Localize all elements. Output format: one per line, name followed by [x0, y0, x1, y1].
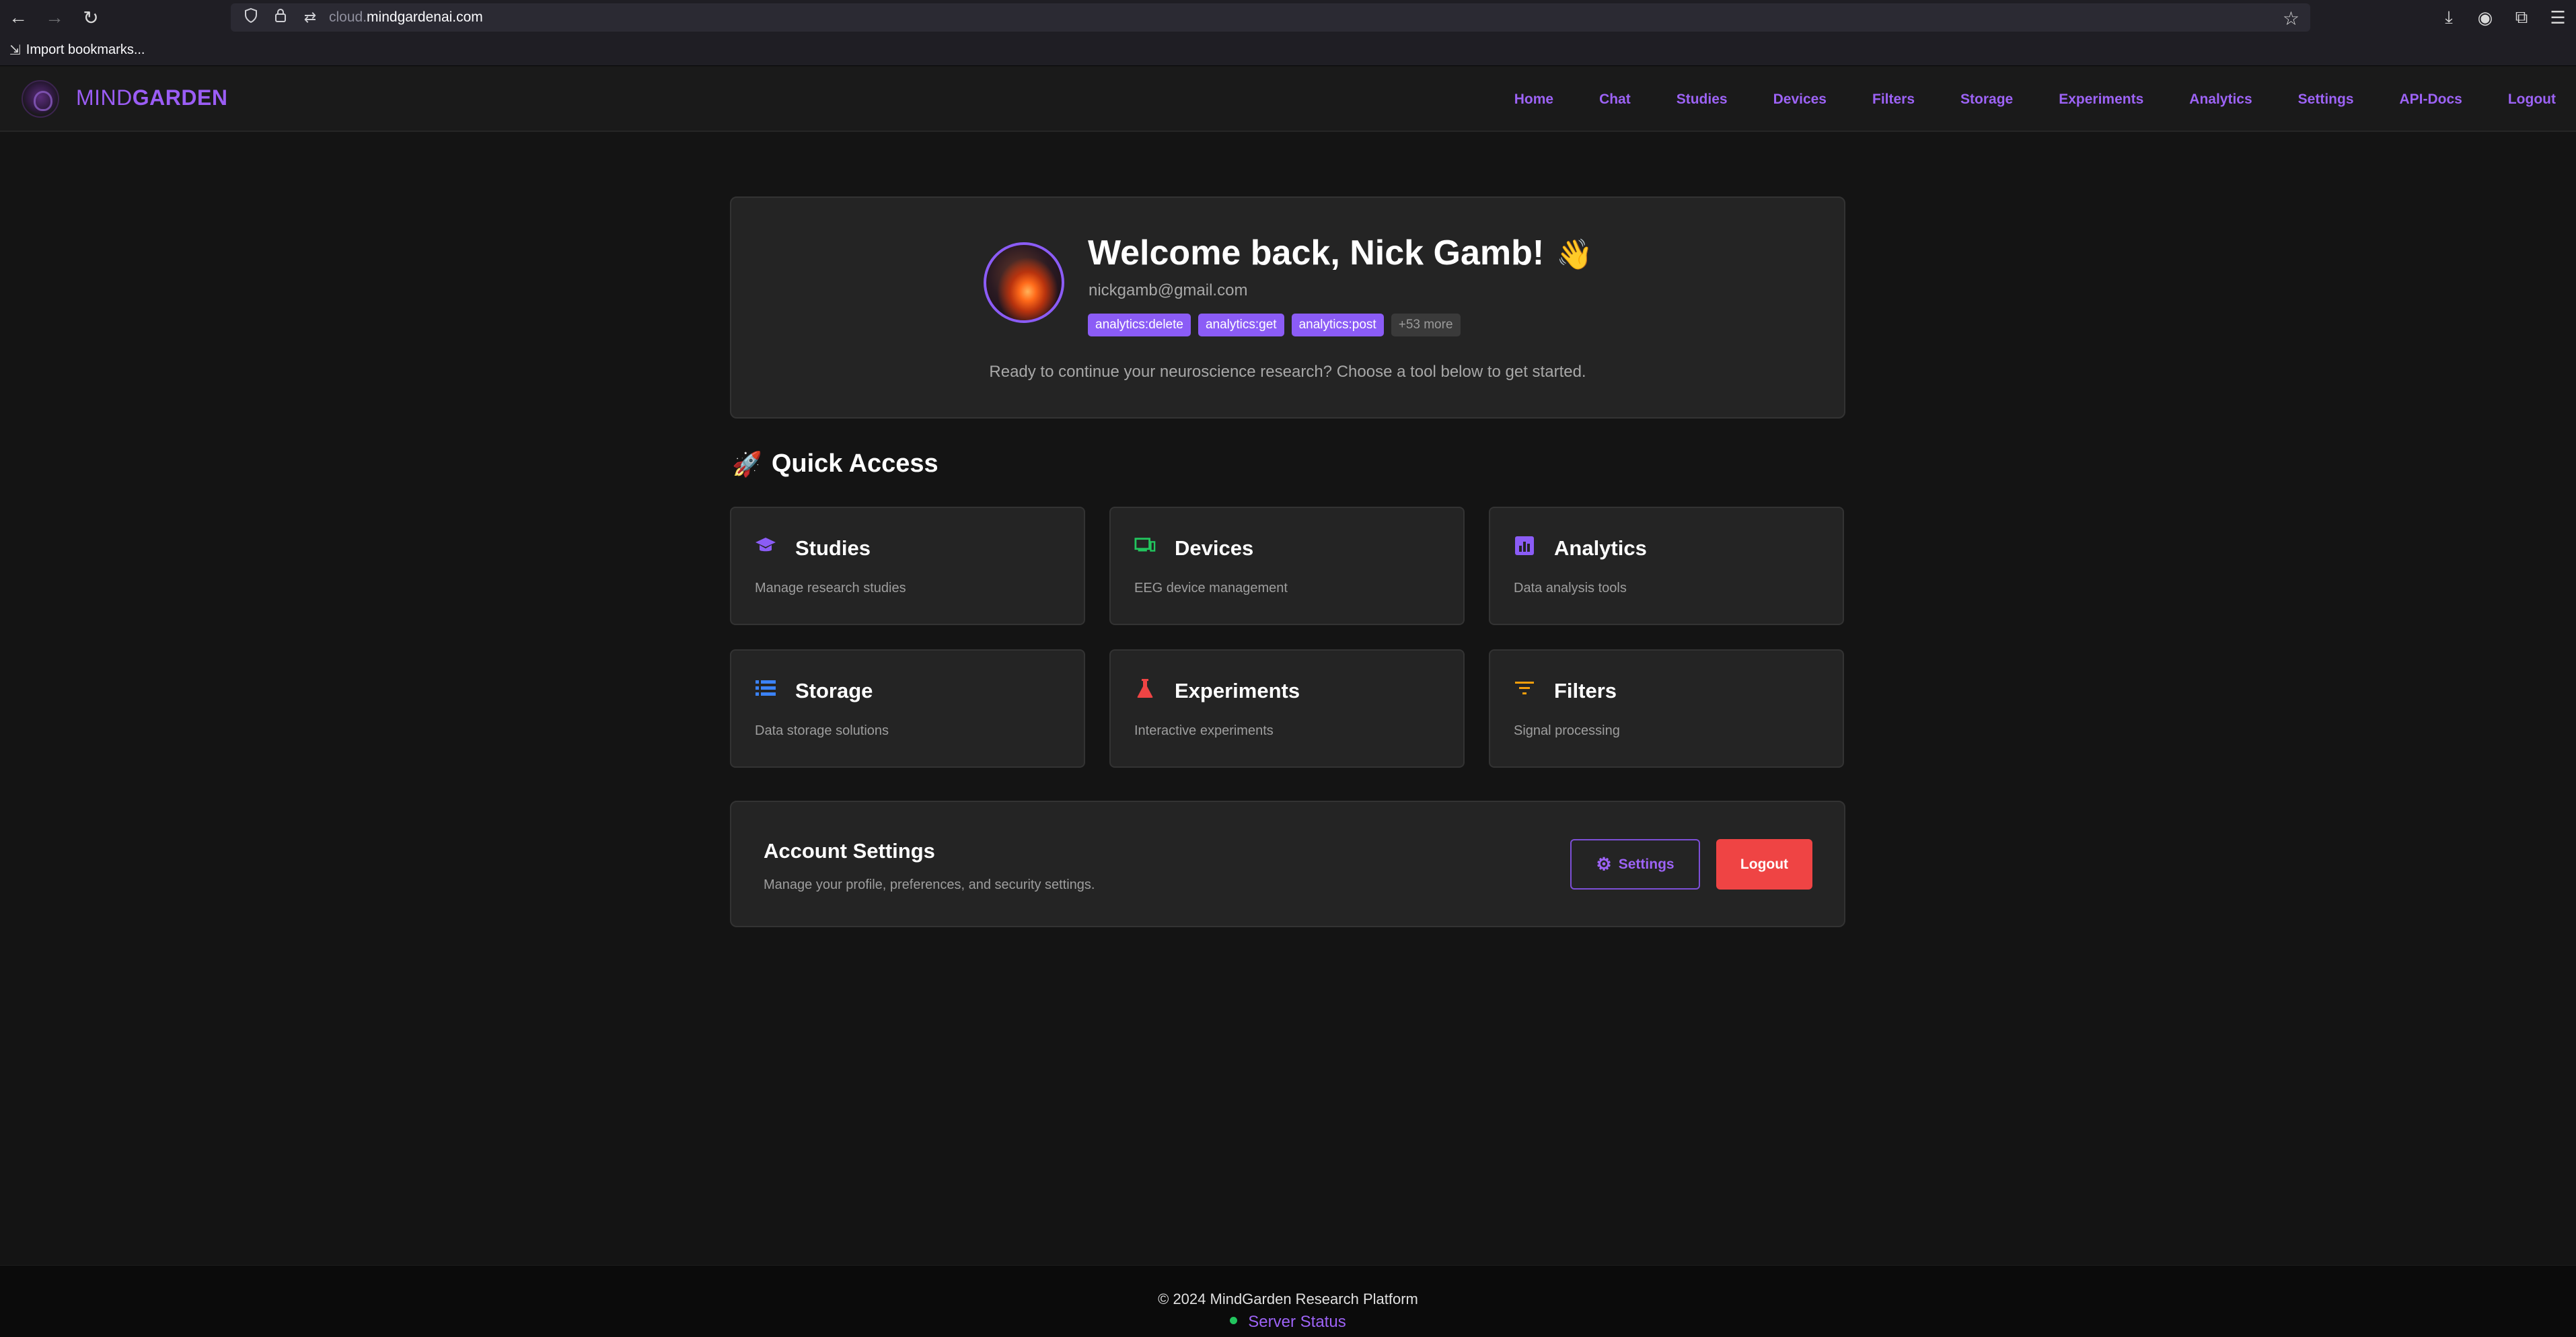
bookmarks-bar: ⇲ Import bookmarks...: [0, 35, 2576, 66]
lock-icon[interactable]: [271, 8, 290, 27]
reload-button[interactable]: ↻: [73, 0, 109, 35]
avatar: [984, 242, 1064, 323]
top-nav: Home Chat Studies Devices Filters Storag…: [1469, 67, 2556, 132]
settings-button-label: Settings: [1618, 856, 1675, 872]
url-text[interactable]: cloud.mindgardenai.com: [329, 9, 483, 26]
shield-icon[interactable]: [242, 7, 260, 27]
logout-button-label: Logout: [1740, 856, 1789, 872]
brand-name-light: MIND: [76, 85, 133, 110]
quick-card-devices[interactable]: Devices EEG device management: [1109, 507, 1465, 625]
logout-button[interactable]: Logout: [1716, 839, 1812, 890]
account-icon[interactable]: ◉: [2467, 7, 2503, 28]
filter-icon: [1514, 678, 1535, 699]
card-description: Interactive experiments: [1134, 723, 1274, 738]
graduation-cap-icon: [755, 535, 776, 556]
welcome-card: Welcome back, Nick Gamb! 👋 nickgamb@gmail…: [730, 196, 1845, 419]
server-status-link[interactable]: Server Status: [0, 1313, 2576, 1332]
card-title: Filters: [1554, 679, 1617, 702]
menu-icon[interactable]: ☰: [2540, 7, 2576, 28]
nav-api-docs[interactable]: API-Docs: [2400, 92, 2462, 108]
permissions-icon[interactable]: ⇄: [301, 9, 320, 26]
list-icon: [755, 678, 776, 699]
back-button[interactable]: ←: [0, 0, 36, 35]
quick-card-studies[interactable]: Studies Manage research studies: [730, 507, 1085, 625]
flask-icon: [1134, 678, 1156, 699]
import-bookmarks-link[interactable]: Import bookmarks...: [26, 42, 145, 58]
bookmark-star-icon[interactable]: ☆: [2283, 7, 2299, 30]
nav-home[interactable]: Home: [1514, 92, 1553, 108]
app-header: MINDGARDEN Home Chat Studies Devices Fil…: [0, 67, 2576, 132]
card-title: Experiments: [1175, 679, 1300, 702]
nav-settings[interactable]: Settings: [2298, 92, 2354, 108]
nav-filters[interactable]: Filters: [1872, 92, 1915, 108]
quick-access-heading-text: Quick Access: [771, 449, 939, 478]
quick-card-storage[interactable]: Storage Data storage solutions: [730, 649, 1085, 768]
card-title: Analytics: [1554, 536, 1647, 560]
rocket-icon: 🚀: [732, 449, 762, 478]
nav-studies[interactable]: Studies: [1677, 92, 1728, 108]
url-domain: mindgardenai.com: [367, 9, 483, 25]
card-description: Signal processing: [1514, 723, 1620, 738]
forward-button[interactable]: →: [36, 0, 73, 35]
brand-logo-icon[interactable]: [22, 80, 59, 118]
status-dot-icon: [1230, 1317, 1238, 1325]
browser-toolbar: ← → ↻ ⇄ cloud.mindgardenai.com ☆ ⤓ ◉ ⧉ ☰: [0, 0, 2576, 35]
welcome-title: Welcome back, Nick Gamb! 👋: [1088, 233, 1593, 273]
gear-icon: ⚙: [1596, 854, 1612, 874]
card-description: Manage research studies: [755, 581, 906, 595]
user-email: nickgamb@gmail.com: [1089, 281, 1248, 299]
nav-analytics[interactable]: Analytics: [2189, 92, 2252, 108]
extensions-icon[interactable]: ⧉: [2503, 7, 2540, 28]
server-status-label: Server Status: [1248, 1313, 1346, 1331]
permission-tag: analytics:get: [1198, 314, 1284, 336]
card-description: Data storage solutions: [755, 723, 889, 738]
address-bar[interactable]: ⇄ cloud.mindgardenai.com ☆: [231, 3, 2310, 32]
brand-name-bold: GARDEN: [132, 85, 228, 110]
card-title: Studies: [795, 536, 871, 560]
import-icon: ⇲: [9, 43, 21, 58]
settings-button[interactable]: ⚙ Settings: [1570, 839, 1700, 890]
quick-card-filters[interactable]: Filters Signal processing: [1489, 649, 1844, 768]
waving-hand-icon: 👋: [1556, 238, 1593, 271]
bar-chart-icon: [1514, 535, 1535, 556]
more-permissions-badge[interactable]: +53 more: [1391, 314, 1461, 336]
welcome-subtitle: Ready to continue your neuroscience rese…: [989, 363, 1586, 381]
brand-name[interactable]: MINDGARDEN: [76, 85, 227, 110]
downloads-icon[interactable]: ⤓: [2431, 7, 2467, 28]
account-settings-title: Account Settings: [764, 839, 935, 863]
welcome-title-text: Welcome back, Nick Gamb!: [1088, 233, 1545, 273]
nav-storage[interactable]: Storage: [1960, 92, 2013, 108]
account-settings-card: Account Settings Manage your profile, pr…: [730, 801, 1845, 927]
url-prefix: cloud.: [329, 9, 367, 25]
footer: © 2024 MindGarden Research Platform Serv…: [0, 1265, 2576, 1337]
card-title: Storage: [795, 679, 873, 702]
nav-logout[interactable]: Logout: [2508, 92, 2556, 108]
quick-card-analytics[interactable]: Analytics Data analysis tools: [1489, 507, 1844, 625]
devices-icon: [1134, 535, 1156, 556]
quick-card-experiments[interactable]: Experiments Interactive experiments: [1109, 649, 1465, 768]
card-description: Data analysis tools: [1514, 581, 1627, 595]
card-description: EEG device management: [1134, 581, 1288, 595]
nav-devices[interactable]: Devices: [1773, 92, 1827, 108]
permission-tags: analytics:delete analytics:get analytics…: [1088, 314, 1468, 336]
permission-tag: analytics:delete: [1088, 314, 1191, 336]
nav-chat[interactable]: Chat: [1599, 92, 1631, 108]
card-title: Devices: [1175, 536, 1254, 560]
account-settings-description: Manage your profile, preferences, and se…: [764, 877, 1095, 892]
nav-experiments[interactable]: Experiments: [2059, 92, 2143, 108]
copyright-text: © 2024 MindGarden Research Platform: [1158, 1291, 1418, 1307]
quick-access-heading: 🚀 Quick Access: [732, 449, 939, 478]
permission-tag: analytics:post: [1291, 314, 1384, 336]
